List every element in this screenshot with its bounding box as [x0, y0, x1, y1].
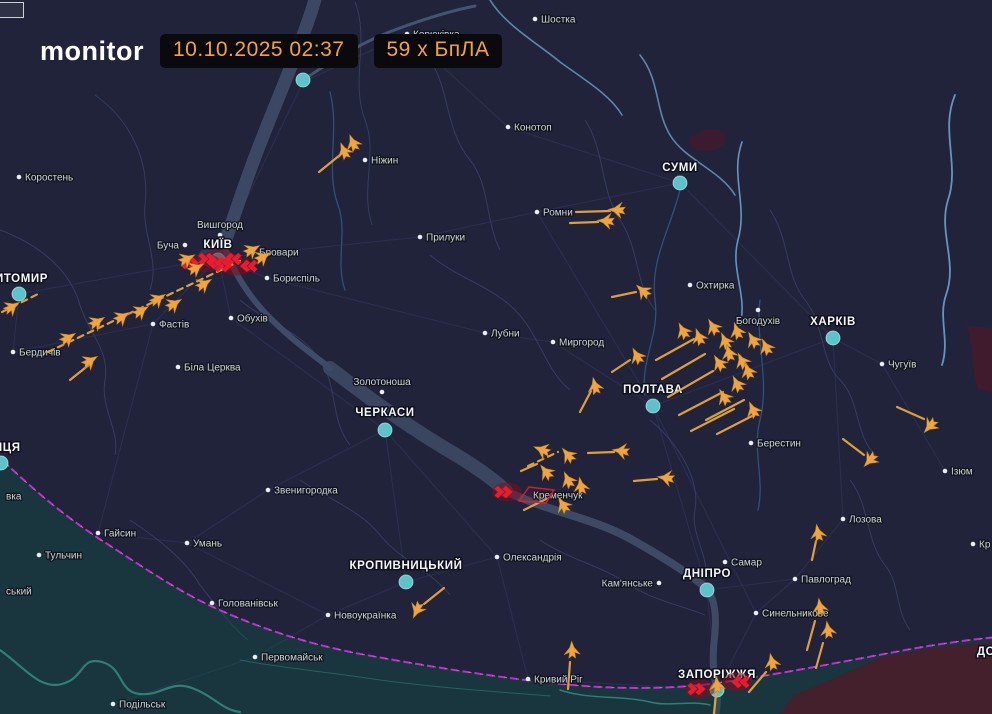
town-label: Чугуїв [888, 360, 916, 371]
town-marker: Коростень [17, 173, 74, 184]
town-label: Буча [157, 241, 180, 252]
town-marker: Олександрія [495, 553, 562, 564]
datetime-badge: 10.10.2025 02:37 [160, 34, 358, 68]
town-marker: Кам'янське [602, 579, 662, 590]
town-label: Обухів [237, 313, 268, 325]
town-label: Ізюм [951, 467, 973, 478]
town-label: Новоукраїнка [334, 611, 397, 622]
town-marker: Бориспіль [265, 274, 320, 285]
town-label: Павлоград [801, 575, 851, 586]
town-marker: Голованівськ [210, 599, 279, 610]
town-label: Лубни [491, 328, 520, 340]
map-canvas[interactable]: ШосткаКорюківкаКонотопКоростеньНіжинПрил… [0, 0, 992, 714]
town-marker: Миргород [551, 338, 605, 349]
town-label: Гайсин [104, 529, 136, 540]
town-label: Ромни [543, 208, 573, 219]
town-label: Золотоноша [353, 377, 411, 388]
city-marker: ДО [977, 646, 992, 658]
town-marker: Первомайськ [253, 653, 324, 664]
monitor-map-app: ШосткаКорюківкаКонотопКоростеньНіжинПрил… [0, 0, 992, 714]
town-marker: Кривий Ріг [526, 675, 583, 686]
drone-trail [570, 222, 598, 223]
town-marker: ський [6, 587, 32, 598]
drone-count-badge: 59 х БпЛА [374, 34, 503, 68]
city-label: ДО [977, 646, 992, 658]
town-label: Умань [193, 539, 222, 550]
town-label: вка [6, 492, 22, 503]
town-label: Кр [979, 540, 991, 551]
town-label: Шостка [541, 15, 576, 26]
town-marker: Павлоград [793, 575, 851, 586]
town-marker: Подільськ [111, 700, 166, 711]
town-label: Первомайськ [261, 653, 323, 664]
cutoff-label-box [0, 2, 24, 18]
town-label: Самар [731, 558, 762, 569]
town-label: Бориспіль [273, 274, 320, 285]
town-label: Богодухів [736, 316, 780, 327]
town-label: Кам'янське [602, 579, 654, 590]
town-marker: вка [6, 492, 22, 503]
town-label: Олександрія [503, 553, 562, 564]
city-label: ДНІПРО [683, 568, 731, 580]
town-label: Вишгород [197, 220, 243, 231]
town-label: Звенигородка [274, 486, 338, 497]
town-marker: Звенигородка [266, 486, 339, 497]
city-label: КИЇВ [203, 238, 232, 251]
brand-logo: monitor [40, 36, 144, 67]
city-label: ЖИТОМИР [0, 273, 48, 285]
town-label: Конотоп [514, 123, 552, 134]
drone-trail [588, 452, 614, 453]
town-label: Ніжин [371, 156, 398, 167]
town-label: Лозова [849, 515, 882, 526]
town-marker: Новоукраїнка [326, 611, 397, 622]
city-label: ЧЕРКАСИ [355, 407, 414, 419]
town-label: Кривий Ріг [534, 675, 583, 686]
town-label: ський [6, 587, 32, 598]
city-label: ХАРКІВ [810, 316, 856, 328]
header-overlay: monitor 10.10.2025 02:37 59 х БпЛА [40, 34, 502, 68]
town-label: Біла Церква [184, 363, 241, 374]
town-label: Фастів [159, 320, 189, 331]
city-label: ВІННИЦЯ [0, 442, 21, 454]
town-label: Подільськ [119, 700, 166, 711]
town-label: Прилуки [426, 233, 465, 244]
town-label: Голованівськ [218, 599, 279, 610]
town-label: Берестин [757, 439, 801, 450]
city-label: СУМИ [662, 162, 698, 174]
town-marker: Біла Церква [176, 363, 241, 374]
town-label: Коростень [25, 173, 73, 184]
town-label: Миргород [559, 338, 604, 349]
drone-trail [576, 211, 610, 212]
town-marker: Берестин [749, 439, 801, 450]
city-label: КРОПИВНИЦЬКИЙ [350, 559, 463, 572]
town-label: Охтирка [696, 281, 735, 292]
town-label: Тульчин [45, 551, 82, 562]
